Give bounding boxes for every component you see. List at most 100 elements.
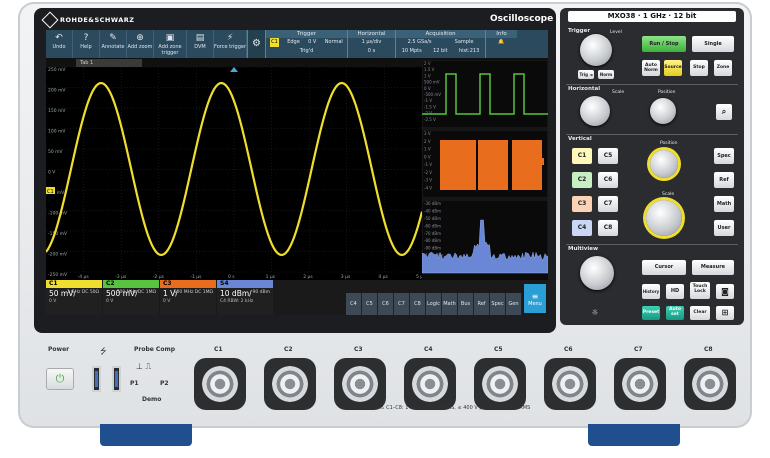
single-button[interactable]: Single: [692, 36, 734, 52]
auto-norm-button[interactable]: Auto Norm: [642, 60, 660, 76]
selector-c7[interactable]: C7: [394, 293, 410, 315]
run-stop-button[interactable]: Run / Stop: [642, 36, 686, 52]
cursor-button[interactable]: Cursor: [642, 260, 686, 275]
add-zoom-button[interactable]: ⊕ Add zoom: [127, 30, 154, 58]
bnc-input-c8[interactable]: [684, 358, 736, 410]
info-group[interactable]: Info 🔔: [485, 30, 517, 58]
multiview-knob[interactable]: [580, 256, 614, 290]
selector-ref[interactable]: Ref: [474, 293, 490, 315]
vertical-scale-knob[interactable]: [646, 200, 682, 236]
selector-spec[interactable]: Spec: [490, 293, 506, 315]
side-y-label: -500 mV: [424, 92, 441, 97]
ref-key[interactable]: Ref: [714, 172, 734, 188]
bnc-input-c7[interactable]: [614, 358, 666, 410]
side-y-label: -40 dBm: [424, 208, 441, 213]
undo-button[interactable]: ↶ Undo: [46, 30, 73, 58]
bnc-input-c1[interactable]: [194, 358, 246, 410]
bnc-input-c4[interactable]: [404, 358, 456, 410]
horizontal-group[interactable]: Horizontal 1 µs/div 0 s: [347, 30, 395, 58]
channel-box-c3[interactable]: C3 1 V/ 500 MHz DC 1MΩ 0 V: [160, 280, 216, 315]
tab-1[interactable]: Tab 1: [76, 59, 142, 67]
side-y-label: -1 V: [424, 162, 432, 167]
autoset-button[interactable]: Auto set: [666, 306, 684, 320]
acquisition-group[interactable]: Acquisition 2.5 GSa/s Sample 10 Mpts 12 bi…: [395, 30, 485, 58]
usb-port-2[interactable]: [112, 366, 121, 392]
stop-button[interactable]: Stop: [690, 60, 708, 76]
dvm-button[interactable]: ▤ DVM: [187, 30, 214, 58]
svg-text:C1: C1: [47, 189, 54, 195]
channel-box-c1[interactable]: C1 50 mV/ 1 GHz DC 50Ω 0 V: [46, 280, 102, 315]
channel-key-c3[interactable]: C3: [572, 196, 592, 212]
help-button[interactable]: ? Help: [73, 30, 100, 58]
power-button[interactable]: ⏻: [46, 368, 74, 390]
main-waveform-plot[interactable]: 250 mV200 mV150 mV100 mV50 mV0 V-50 mV-1…: [46, 67, 422, 280]
screenshot-button[interactable]: ◙: [716, 284, 734, 299]
channel-key-c7[interactable]: C7: [598, 196, 618, 212]
source-button[interactable]: Source: [664, 60, 682, 76]
horizontal-scale-knob[interactable]: [580, 96, 610, 126]
history-button[interactable]: History: [642, 284, 660, 299]
zoom-button[interactable]: ⌕: [716, 104, 732, 120]
clear-button[interactable]: Clear: [690, 306, 710, 320]
selector-c5[interactable]: C5: [362, 293, 378, 315]
trig-key[interactable]: Trig ◄: [578, 70, 594, 79]
settings-gear[interactable]: ⚙: [247, 30, 265, 58]
side-y-label: 500 mV: [424, 80, 440, 85]
preset-button[interactable]: Preset: [642, 306, 660, 320]
bnc-connector-icon: [552, 366, 588, 402]
selector-gen[interactable]: Gen: [506, 293, 522, 315]
channel-key-c2[interactable]: C2: [572, 172, 592, 188]
selector-bus[interactable]: Bus: [458, 293, 474, 315]
y-tick-label: 100 mV: [48, 129, 66, 135]
power-label: Power: [48, 346, 69, 353]
selector-math[interactable]: Math: [442, 293, 458, 315]
plot-grid: [46, 67, 422, 272]
horizontal-position-knob[interactable]: [650, 98, 676, 124]
side-y-label: -1.5 V: [424, 104, 436, 109]
bnc-input-c5[interactable]: [474, 358, 526, 410]
trigger-group[interactable]: Trigger C1 Edge 0 V Normal Trig'd: [265, 30, 347, 58]
annotate-button[interactable]: ✎ Annotate: [100, 30, 127, 58]
touch-lock-button[interactable]: Touch Lock: [690, 282, 710, 299]
add-zone-trigger-button[interactable]: ▣ Add zone trigger: [154, 30, 187, 58]
menu-button[interactable]: ≡ Menu: [524, 284, 546, 313]
app-grid-button[interactable]: ⊞: [716, 306, 734, 320]
zone-button[interactable]: Zone: [714, 60, 732, 76]
selector-c8[interactable]: C8: [410, 293, 426, 315]
bnc-connector-icon: [412, 366, 448, 402]
touchscreen[interactable]: ↶ Undo ? Help ✎ Annotate ⊕ Add zoom ▣ Add zon…: [46, 30, 548, 315]
channel-box-s4[interactable]: S4 10 dBm/ 90 dBm C4 RBW: 2 kHz: [217, 280, 273, 315]
math-key[interactable]: Math: [714, 196, 734, 212]
channel-key-c4[interactable]: C4: [572, 220, 592, 236]
bnc-input-c3[interactable]: [334, 358, 386, 410]
hd-button[interactable]: HD: [666, 284, 684, 299]
channel-key-c6[interactable]: C6: [598, 172, 618, 188]
trigger-position-marker[interactable]: [230, 67, 238, 72]
channel-key-c5[interactable]: C5: [598, 148, 618, 164]
vertical-position-knob[interactable]: [650, 150, 678, 178]
add-zoom-icon: ⊕: [127, 33, 153, 44]
usb-port-1[interactable]: [92, 366, 101, 392]
right-foot: [588, 424, 680, 446]
trigger-level-knob[interactable]: [580, 34, 612, 66]
bnc-input-c6[interactable]: [544, 358, 596, 410]
selector-c6[interactable]: C6: [378, 293, 394, 315]
user-key[interactable]: User: [714, 220, 734, 236]
annotate-icon: ✎: [100, 33, 126, 44]
brightness-button[interactable]: ☼: [588, 307, 602, 319]
spec-key[interactable]: Spec: [714, 148, 734, 164]
channel-box-c2[interactable]: C2 500 mV/ 500 MHz DC 1MΩ 0 V: [103, 280, 159, 315]
side-diagrams[interactable]: 2 V1.5 V1 V500 mV0 V-500 mV-1 V-1.5 V-2 …: [422, 60, 548, 280]
channel-key-c8[interactable]: C8: [598, 220, 618, 236]
bnc-input-c2[interactable]: [264, 358, 316, 410]
side-y-label: -30 dBm: [424, 201, 441, 206]
measure-button[interactable]: Measure: [692, 260, 734, 275]
norm-key[interactable]: Norm: [598, 70, 614, 79]
selector-c4[interactable]: C4: [346, 293, 362, 315]
side-y-label: -3 V: [424, 178, 432, 183]
y-tick-label: 0 V: [48, 170, 56, 176]
channel-key-c1[interactable]: C1: [572, 148, 592, 164]
selector-logic[interactable]: Logic: [426, 293, 442, 315]
force-trigger-button[interactable]: ⚡ Force trigger: [214, 30, 247, 58]
probe-comp-signal-icon: ⊥ ⎍: [136, 362, 151, 372]
